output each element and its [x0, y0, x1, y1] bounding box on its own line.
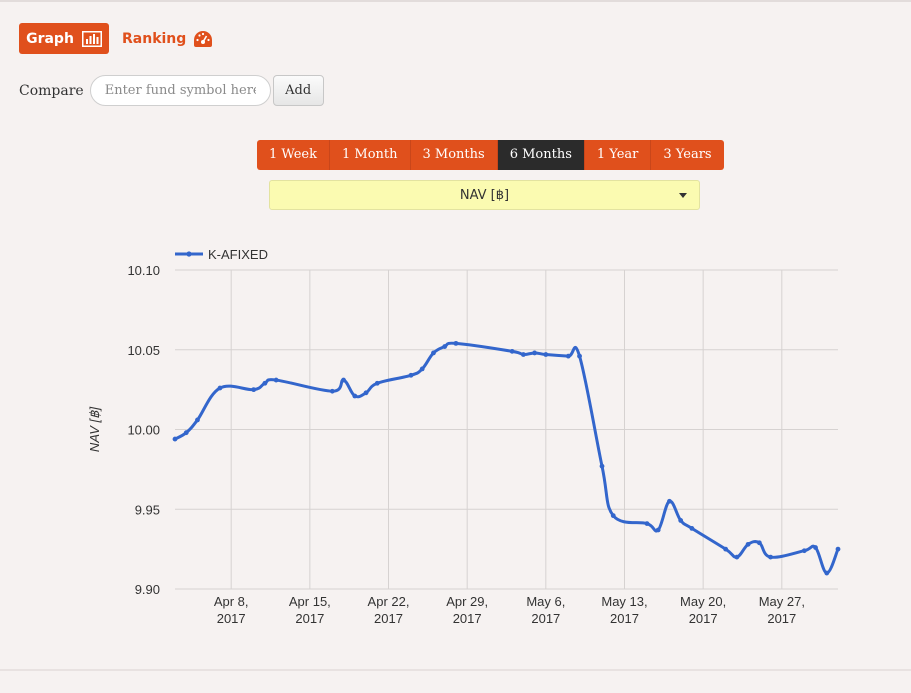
- data-point: [768, 554, 773, 560]
- data-point: [745, 541, 751, 547]
- y-tick-label: 10.05: [127, 343, 160, 358]
- data-point: [183, 430, 189, 436]
- data-point: [431, 350, 436, 356]
- data-point: [689, 525, 695, 531]
- data-point: [442, 344, 448, 349]
- legend-label: K-AFIXED: [208, 247, 268, 262]
- x-tick-label: Apr 22, 2017: [368, 594, 410, 626]
- top-border: [0, 0, 911, 2]
- bottom-border: [0, 669, 911, 671]
- x-tick-label: May 6, 2017: [526, 594, 565, 626]
- data-point: [723, 546, 729, 552]
- range-tab-1-week[interactable]: 1 Week: [257, 140, 330, 170]
- y-tick-label: 10.10: [127, 263, 160, 278]
- data-point: [273, 377, 279, 383]
- range-tabs: 1 Week 1 Month 3 Months 6 Months 1 Year 3 Yea…: [257, 140, 724, 170]
- bar-chart-icon: [81, 30, 102, 47]
- graph-button[interactable]: Graph: [19, 23, 109, 54]
- data-point: [341, 377, 346, 383]
- data-point: [453, 340, 459, 346]
- data-point: [195, 417, 200, 423]
- data-point: [577, 353, 582, 359]
- data-point: [813, 545, 818, 550]
- data-point: [644, 521, 650, 527]
- data-point: [599, 463, 605, 469]
- y-tick-label: 9.90: [135, 582, 160, 597]
- data-point: [363, 390, 369, 396]
- data-point: [419, 366, 425, 372]
- data-point: [655, 527, 661, 533]
- legend-marker: [186, 251, 192, 257]
- dashboard-gauge-icon: [194, 30, 213, 47]
- data-point: [217, 385, 223, 391]
- data-point: [251, 387, 257, 393]
- data-point: [565, 353, 571, 359]
- data-point: [520, 352, 526, 357]
- data-point: [667, 498, 672, 504]
- data-point: [824, 570, 830, 576]
- x-tick-label: May 20, 2017: [680, 594, 726, 626]
- x-tick-label: May 27, 2017: [759, 594, 805, 626]
- range-tab-3-years[interactable]: 3 Years: [651, 140, 724, 170]
- data-point: [756, 540, 762, 546]
- data-point: [172, 436, 178, 442]
- range-tab-6-months[interactable]: 6 Months: [497, 140, 585, 170]
- graph-label: Graph: [26, 30, 74, 47]
- view-toggle: Graph Ranking: [19, 23, 213, 54]
- compare-label: Compare: [19, 82, 84, 99]
- data-point: [509, 348, 515, 354]
- data-point: [543, 352, 549, 357]
- compare-row: Compare Add: [19, 75, 324, 106]
- caret-down-icon: [679, 193, 687, 198]
- data-point: [835, 546, 841, 552]
- x-tick-label: May 13, 2017: [601, 594, 647, 626]
- ranking-label: Ranking: [122, 30, 187, 47]
- data-point: [734, 554, 740, 560]
- data-point: [329, 388, 335, 394]
- range-tab-1-year[interactable]: 1 Year: [584, 140, 652, 170]
- x-tick-label: Apr 15, 2017: [289, 594, 331, 626]
- data-point: [610, 513, 616, 519]
- data-point: [678, 518, 684, 523]
- ranking-link[interactable]: Ranking: [122, 30, 213, 48]
- nav-line-chart: 10.10 10.05 10.00 9.95 9.90 Apr 8, 2017 Apr 15,…: [87, 247, 841, 626]
- y-tick-label: 10.00: [127, 423, 160, 438]
- data-point: [262, 380, 268, 386]
- add-button[interactable]: Add: [272, 75, 324, 106]
- metric-select[interactable]: NAV [฿]: [269, 180, 700, 210]
- range-tab-3-months[interactable]: 3 Months: [410, 140, 498, 170]
- data-point: [408, 372, 414, 378]
- data-point: [801, 548, 807, 554]
- range-tab-1-month[interactable]: 1 Month: [329, 140, 411, 170]
- x-tick-label: Apr 29, 2017: [446, 594, 488, 626]
- data-point: [352, 393, 358, 399]
- metric-select-value: NAV [฿]: [459, 187, 510, 203]
- y-axis-label: NAV [฿]: [87, 407, 102, 453]
- data-point: [374, 380, 380, 386]
- x-tick-label: Apr 8, 2017: [214, 594, 249, 626]
- data-point: [532, 350, 537, 356]
- y-tick-label: 9.95: [135, 502, 160, 517]
- fund-symbol-input[interactable]: [89, 75, 271, 106]
